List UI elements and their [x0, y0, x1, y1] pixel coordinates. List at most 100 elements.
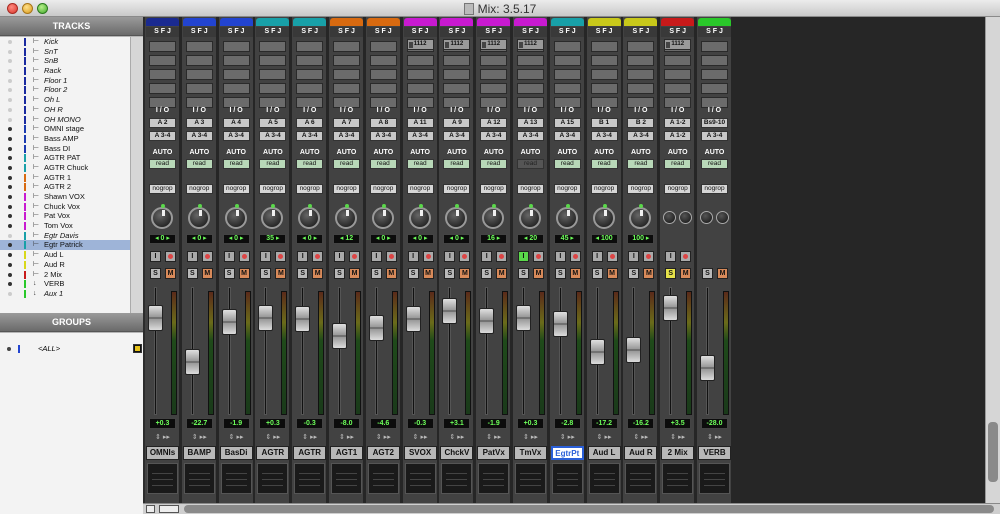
- track-active-dot[interactable]: [8, 146, 12, 151]
- input-selector[interactable]: B 2: [627, 118, 655, 128]
- track-list-item[interactable]: ⊢ Egtr Davis: [0, 231, 130, 241]
- insert-slot[interactable]: [443, 69, 471, 80]
- track-name-button[interactable]: Aud L: [587, 446, 621, 460]
- track-active-dot[interactable]: [8, 127, 12, 132]
- input-selector[interactable]: A 4: [222, 118, 250, 128]
- mute-button[interactable]: M: [165, 268, 176, 279]
- insert-slot[interactable]: [259, 41, 287, 52]
- volume-fader[interactable]: [700, 355, 715, 381]
- output-selector[interactable]: A 3-4: [296, 131, 324, 141]
- insert-slot[interactable]: [296, 41, 324, 52]
- input-monitor-button[interactable]: I: [407, 251, 419, 262]
- input-selector[interactable]: A 13: [517, 118, 544, 128]
- group-selector[interactable]: nogrop: [296, 184, 324, 194]
- record-enable-button[interactable]: [606, 251, 618, 262]
- track-color-bar[interactable]: [477, 18, 511, 26]
- volume-fader[interactable]: [589, 339, 605, 365]
- insert-slot[interactable]: [296, 55, 324, 66]
- track-list-item[interactable]: ⊢ AGTR Chuck: [0, 163, 130, 173]
- track-active-dot[interactable]: [8, 214, 12, 219]
- track-active-dot[interactable]: [8, 291, 12, 296]
- group-selector[interactable]: nogrop: [443, 184, 471, 194]
- pan-value[interactable]: ◂ 12: [333, 234, 360, 244]
- record-enable-button[interactable]: [459, 251, 471, 262]
- send-slot[interactable]: 1112: [406, 39, 434, 50]
- insert-slot[interactable]: [590, 69, 618, 80]
- record-enable-button[interactable]: [496, 251, 508, 262]
- comments-box[interactable]: [551, 463, 583, 494]
- input-monitor-button[interactable]: I: [444, 251, 456, 262]
- insert-slot[interactable]: [664, 69, 692, 80]
- insert-slot[interactable]: [259, 83, 287, 94]
- automation-arrows-icon[interactable]: ⇕ ▸▸: [627, 433, 654, 442]
- pan-right-knob[interactable]: [679, 211, 693, 224]
- pan-knob[interactable]: [187, 204, 210, 229]
- input-selector[interactable]: A 3: [185, 118, 213, 128]
- track-list-item[interactable]: ⊢ SnB: [0, 56, 130, 66]
- comments-box[interactable]: [662, 463, 694, 494]
- automation-mode-selector[interactable]: read: [701, 159, 728, 169]
- pan-left-knob[interactable]: [700, 211, 713, 224]
- track-list-item[interactable]: ⊢ OMNI stage: [0, 124, 130, 134]
- track-list-item[interactable]: ⊢ Kick: [0, 37, 130, 47]
- group-selector[interactable]: nogrop: [149, 184, 176, 194]
- send-slot[interactable]: 1112: [517, 39, 544, 50]
- mute-button[interactable]: M: [680, 268, 692, 279]
- automation-mode-selector[interactable]: read: [185, 159, 213, 169]
- automation-mode-selector[interactable]: read: [553, 159, 581, 169]
- solo-button[interactable]: S: [297, 268, 309, 279]
- send-slot[interactable]: 1112: [443, 39, 471, 50]
- input-monitor-button[interactable]: I: [150, 251, 161, 262]
- group-selector[interactable]: nogrop: [259, 184, 287, 194]
- track-active-dot[interactable]: [8, 272, 12, 277]
- output-selector[interactable]: A 1-2: [664, 131, 692, 141]
- automation-mode-selector[interactable]: read: [296, 159, 324, 169]
- groups-header[interactable]: GROUPS: [0, 313, 143, 332]
- insert-slot[interactable]: [701, 83, 728, 94]
- mute-button[interactable]: M: [422, 268, 434, 279]
- input-monitor-button[interactable]: I: [223, 251, 235, 262]
- record-enable-button[interactable]: [533, 251, 544, 262]
- input-selector[interactable]: A 9: [443, 118, 471, 128]
- track-color-bar[interactable]: [182, 18, 216, 26]
- volume-fader[interactable]: [626, 337, 642, 363]
- insert-slot[interactable]: [627, 55, 655, 66]
- insert-slot[interactable]: [296, 69, 324, 80]
- mute-button[interactable]: M: [533, 268, 544, 279]
- solo-button[interactable]: S: [518, 268, 529, 279]
- track-active-dot[interactable]: [8, 117, 12, 122]
- insert-slot[interactable]: [185, 41, 213, 52]
- insert-slot[interactable]: [701, 41, 728, 52]
- solo-button[interactable]: S: [702, 268, 713, 279]
- insert-slot[interactable]: [222, 83, 250, 94]
- track-name-button[interactable]: AGT2: [366, 446, 400, 460]
- track-name-button[interactable]: VERB: [698, 446, 731, 460]
- automation-arrows-icon[interactable]: ⇕ ▸▸: [554, 433, 581, 442]
- group-selector[interactable]: nogrop: [553, 184, 581, 194]
- mute-button[interactable]: M: [569, 268, 581, 279]
- insert-slot[interactable]: [664, 55, 692, 66]
- track-name-button[interactable]: BasDi: [219, 446, 253, 460]
- track-list-item[interactable]: ⊢ OH MONO: [0, 115, 130, 125]
- track-color-bar[interactable]: [330, 18, 363, 26]
- input-selector[interactable]: A 6: [296, 118, 324, 128]
- input-monitor-button[interactable]: I: [554, 251, 566, 262]
- comments-box[interactable]: [183, 463, 215, 494]
- output-selector[interactable]: A 3-4: [185, 131, 213, 141]
- mute-button[interactable]: M: [459, 268, 471, 279]
- mute-button[interactable]: M: [496, 268, 508, 279]
- track-list-item[interactable]: ⊢ Shawn VOX: [0, 192, 130, 202]
- insert-slot[interactable]: [333, 41, 360, 52]
- group-item-all[interactable]: <ALL>: [0, 344, 143, 354]
- track-active-dot[interactable]: [8, 78, 12, 83]
- track-color-bar[interactable]: [550, 18, 584, 26]
- track-list-item[interactable]: ⊢ Tom Vox: [0, 221, 130, 231]
- volume-value[interactable]: +0.3: [259, 418, 287, 429]
- automation-mode-selector[interactable]: read: [443, 159, 471, 169]
- automation-arrows-icon[interactable]: ⇕ ▸▸: [517, 433, 544, 442]
- track-active-dot[interactable]: [8, 49, 12, 54]
- group-selector[interactable]: nogrop: [664, 184, 692, 194]
- record-enable-button[interactable]: [385, 251, 397, 262]
- solo-button[interactable]: S: [628, 268, 640, 279]
- track-name-button[interactable]: TmVx: [514, 446, 547, 460]
